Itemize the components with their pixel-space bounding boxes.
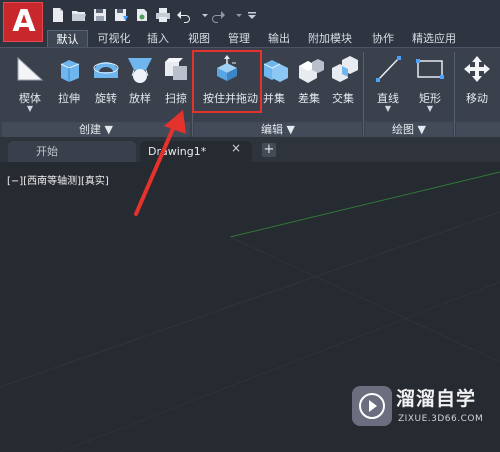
watermark-logo-icon [352,386,392,426]
watermark: 溜溜自学 ZIXUE.3D66.COM [350,382,483,438]
autocad-window: 默认 可视化 插入 视图 管理 输出 附加模块 协作 精选应用 A 楔体 ▼ 拉… [0,0,500,452]
watermark-title: 溜溜自学 [396,388,477,410]
watermark-subtitle: ZIXUE.3D66.COM [398,414,484,424]
